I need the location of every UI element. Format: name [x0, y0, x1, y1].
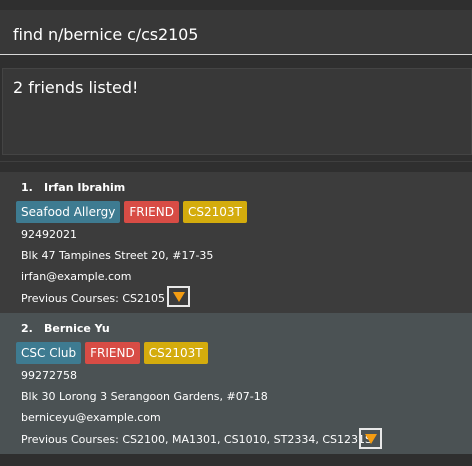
person-address: Blk 30 Lorong 3 Serangoon Gardens, #07-1… [21, 390, 268, 403]
person-name-line: 1. Irfan Ibrahim [21, 181, 125, 194]
command-box[interactable]: find n/bernice c/cs2105 [0, 10, 472, 55]
tag-badge: CS2103T [143, 342, 208, 364]
tag-badge: FRIEND [85, 342, 140, 364]
person-email: berniceyu@example.com [21, 411, 161, 424]
previous-courses: Previous Courses: CS2105 [21, 292, 165, 305]
app-window: find n/bernice c/cs2105 2 friends listed… [0, 0, 472, 466]
tag-badge: FRIEND [124, 201, 179, 223]
tag-badge: CSC Club [16, 342, 82, 364]
person-name-line: 2. Bernice Yu [21, 322, 110, 335]
person-email: irfan@example.com [21, 270, 132, 283]
person-phone: 99272758 [21, 369, 77, 382]
tag-list: CSC Club FRIEND CS2103T [16, 342, 208, 364]
expand-courses-button[interactable] [359, 428, 382, 449]
divider [0, 161, 472, 162]
person-address: Blk 47 Tampines Street 20, #17-35 [21, 249, 214, 262]
command-input[interactable]: find n/bernice c/cs2105 [13, 25, 198, 44]
person-card[interactable]: 1. Irfan Ibrahim Seafood Allergy FRIEND C… [0, 172, 472, 313]
person-phone: 92492021 [21, 228, 77, 241]
person-index: 1. [21, 181, 33, 194]
result-message: 2 friends listed! [13, 78, 139, 97]
person-card[interactable]: 2. Bernice Yu CSC Club FRIEND CS2103T 992… [0, 313, 472, 454]
expand-courses-button[interactable] [167, 286, 190, 307]
tag-badge: CS2103T [182, 201, 247, 223]
tag-list: Seafood Allergy FRIEND CS2103T [16, 201, 247, 223]
person-list[interactable]: 1. Irfan Ibrahim Seafood Allergy FRIEND C… [0, 172, 472, 466]
result-display: 2 friends listed! [2, 68, 472, 155]
triangle-down-icon [172, 291, 185, 302]
person-name: Bernice Yu [44, 322, 110, 335]
previous-courses: Previous Courses: CS2100, MA1301, CS1010… [21, 433, 372, 446]
tag-badge: Seafood Allergy [16, 201, 121, 223]
person-index: 2. [21, 322, 33, 335]
triangle-down-icon [364, 433, 377, 444]
person-name: Irfan Ibrahim [44, 181, 126, 194]
